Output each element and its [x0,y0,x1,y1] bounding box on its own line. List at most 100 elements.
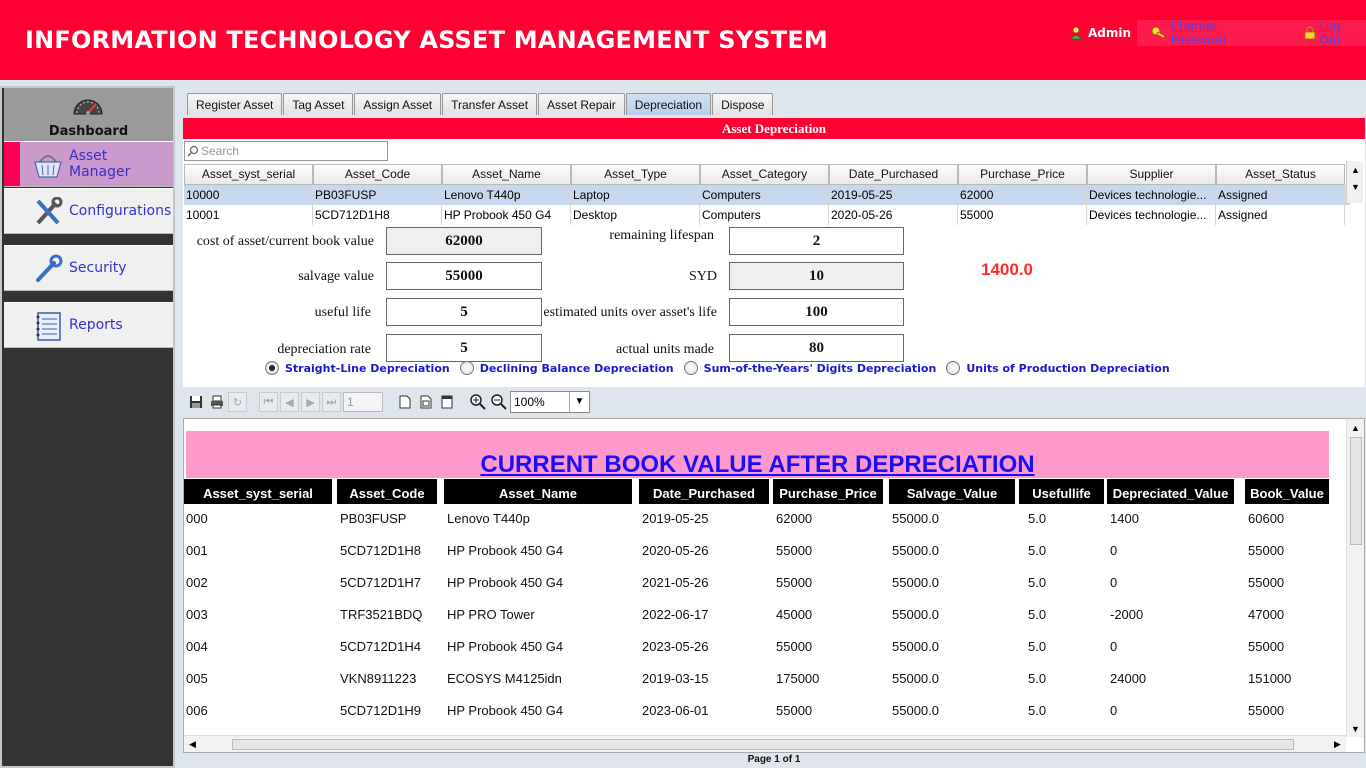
useful-life-field[interactable]: 5 [386,298,542,326]
salvage-label: salvage value [298,269,374,284]
report-cell: 5CD712D1H9 [340,703,421,718]
method-units-of-production[interactable]: Units of Production Depreciation [946,361,1170,375]
radio-button[interactable] [683,361,698,375]
report-cell: 003 [186,607,208,622]
scroll-down-icon[interactable]: ▼ [1347,720,1364,737]
tab-transfer-asset[interactable]: Transfer Asset [442,93,538,115]
radio-button[interactable] [459,361,474,375]
tab-asset-repair[interactable]: Asset Repair [538,93,625,115]
report-cell: 55000.0 [892,607,939,622]
tab-assign-asset[interactable]: Assign Asset [354,93,442,115]
radio-button[interactable] [946,361,961,375]
method-declining-balance[interactable]: Declining Balance Depreciation [459,361,674,375]
report-viewer: CURRENT BOOK VALUE AFTER DEPRECIATION As… [183,418,1365,753]
fit-width-icon[interactable] [437,392,456,412]
tab-dispose[interactable]: Dispose [712,93,774,115]
scroll-up-icon[interactable]: ▲ [1347,161,1364,178]
report-cell: HP Probook 450 G4 [447,543,564,558]
report-cell: HP Probook 450 G4 [447,639,564,654]
save-icon[interactable] [186,392,205,412]
logout-link[interactable]: Log Out [1304,19,1366,47]
column-header[interactable]: Date_Purchased [829,164,958,185]
salvage-field[interactable]: 55000 [386,262,542,290]
column-header[interactable]: Asset_Category [700,164,829,185]
column-header[interactable]: Asset_Type [571,164,700,185]
method-sum-of-years[interactable]: Sum-of-the-Years' Digits Depreciation [683,361,936,375]
report-cell: 2023-06-01 [642,703,709,718]
table-cell: Assigned [1216,185,1345,205]
dashboard-button[interactable]: Dashboard [4,88,173,141]
syd-label: SYD [688,269,717,284]
tab-depreciation[interactable]: Depreciation [625,93,712,115]
column-header[interactable]: Asset_Code [313,164,442,185]
scrollbar-thumb[interactable] [1350,437,1362,545]
column-header[interactable]: Supplier [1087,164,1216,185]
print-icon[interactable] [207,392,226,412]
scrollbar-thumb[interactable] [232,739,1294,750]
tab-bar: Register Asset Tag Asset Assign Asset Tr… [187,93,774,115]
column-header[interactable]: Asset_Status [1216,164,1345,185]
table-cell: 2020-05-26 [829,205,958,225]
zoom-select[interactable]: 100% ▼ [510,391,590,413]
report-column-header: Usefullife [1019,479,1104,504]
radio-button[interactable] [265,361,279,375]
table-scrollbar[interactable]: ▲ ▼ [1346,161,1363,203]
main-panel: Register Asset Tag Asset Assign Asset Tr… [180,86,1366,768]
actual-size-icon[interactable] [395,392,414,412]
scroll-up-icon[interactable]: ▲ [1347,419,1364,436]
table-row[interactable]: 10000 PB03FUSP Lenovo T440p Laptop Compu… [184,185,1350,205]
next-page-icon[interactable]: ▶ [301,392,320,412]
sidebar-item-label: Reports [69,317,123,333]
report-cell: 5.0 [1028,671,1047,686]
app-header: INFORMATION TECHNOLOGY ASSET MANAGEMENT … [0,0,1366,80]
scroll-down-icon[interactable]: ▼ [1347,178,1364,195]
report-cell: 2019-05-25 [642,511,709,526]
remaining-lifespan-field[interactable]: 2 [729,227,904,255]
report-cell: TRF3521BDQ [340,607,423,622]
report-column-header: Asset_Code [337,479,437,504]
tab-tag-asset[interactable]: Tag Asset [283,93,354,115]
previous-page-icon[interactable]: ◀ [280,392,299,412]
zoom-in-icon[interactable] [468,392,487,412]
sidebar-item-asset-manager[interactable]: Asset Manager [4,141,173,187]
method-straight-line[interactable]: Straight-Line Depreciation [265,361,450,375]
report-cell: 0 [1110,703,1118,718]
search-input[interactable]: Search [184,141,388,161]
cost-field[interactable]: 62000 [386,227,542,255]
last-page-icon[interactable]: ⏭ [322,392,341,412]
first-page-icon[interactable]: ⏮ [259,392,278,412]
report-cell: 55000 [776,703,813,718]
refresh-icon[interactable]: ↻ [228,392,247,412]
change-password-link[interactable]: Change Password [1151,19,1276,47]
radio-label: Declining Balance Depreciation [479,361,674,375]
column-header[interactable]: Asset_Name [442,164,571,185]
tab-register-asset[interactable]: Register Asset [187,93,283,115]
scroll-left-icon[interactable]: ◀ [184,736,201,752]
fit-page-icon[interactable] [416,392,435,412]
column-header[interactable]: Purchase_Price [958,164,1087,185]
scroll-right-icon[interactable]: ▶ [1329,736,1346,752]
report-vertical-scrollbar[interactable]: ▲ ▼ [1346,419,1364,737]
zoom-out-icon[interactable] [489,392,508,412]
syd-field[interactable]: 10 [729,262,904,290]
estimated-units-field[interactable]: 100 [729,298,904,326]
section-banner: Asset Depreciation [183,118,1365,139]
report-cell: -2000 [1110,607,1144,622]
sidebar-item-label: Security [69,260,127,276]
sidebar-item-configurations[interactable]: Configurations [4,188,173,234]
sidebar-item-reports[interactable]: Reports [4,302,173,348]
table-cell: Devices technologie... [1087,205,1216,225]
chevron-down-icon[interactable]: ▼ [569,392,589,412]
table-row[interactable]: 10001 5CD712D1H8 HP Probook 450 G4 Deskt… [184,205,1350,225]
report-toolbar: ↻ ⏮ ◀ ▶ ⏭ 1 100% ▼ [183,390,1365,414]
report-horizontal-scrollbar[interactable]: ◀ ▶ [184,735,1346,752]
user-icon [1070,26,1082,40]
report-cell: 60600 [1248,511,1285,526]
report-cell: 55000.0 [892,511,939,526]
table-cell: Lenovo T440p [442,185,571,205]
column-header[interactable]: Asset_syst_serial [184,164,313,185]
sidebar-item-security[interactable]: Security [4,245,173,291]
page-number-input[interactable]: 1 [343,392,383,412]
depreciation-rate-field[interactable]: 5 [386,334,542,362]
actual-units-field[interactable]: 80 [729,334,904,362]
